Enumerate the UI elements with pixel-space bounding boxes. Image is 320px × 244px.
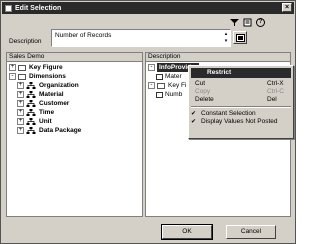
menu-item-constant-selection[interactable]: ✔ Constant Selection [189,110,293,118]
menu-item-label: Copy [195,88,211,95]
tree-item-label: Numb [165,91,183,98]
expand-icon[interactable]: + [9,64,16,71]
menu-item-restrict[interactable]: Restrict [191,68,291,78]
folder-icon [18,73,26,80]
tree-item-organization[interactable]: + Organization [9,81,140,90]
expand-icon[interactable]: + [17,109,24,116]
tree-item-label: Time [39,109,55,116]
sales-demo-header: Sales Demo [7,53,142,62]
menu-item-label: Cut [195,80,206,87]
description-scroll-arrows[interactable]: ▴ ▾ [223,31,229,45]
menu-item-shortcut: Ctrl-X [267,80,284,87]
checkmark-icon: ✔ [191,119,197,125]
cancel-button[interactable]: Cancel [226,225,276,239]
tree-item-dimensions[interactable]: - Dimensions [9,72,140,81]
tree-item-label: Data Package [39,127,82,134]
tree-item-customer[interactable]: + Customer [9,99,140,108]
hierarchy-icon [26,109,36,116]
context-menu: Restrict Cut Ctrl-X Copy Ctrl-C Delete D… [188,65,294,139]
menu-item-label: Constant Selection [201,110,256,117]
tree-item-time[interactable]: + Time [9,108,140,117]
hierarchy-icon [26,127,36,134]
menu-item-shortcut: Del [267,96,277,103]
tree-item-label: Material [39,91,64,98]
characteristic-icon [156,73,163,80]
properties-icon[interactable] [243,18,252,27]
expand-icon[interactable]: + [17,82,24,89]
menu-separator [191,106,291,108]
hierarchy-icon [26,100,36,107]
menu-item-label: Delete [195,96,214,103]
menu-item-delete[interactable]: Delete Del [189,96,293,104]
expand-icon[interactable]: + [17,127,24,134]
tree-item-unit[interactable]: + Unit [9,117,140,126]
folder-icon [18,64,26,71]
menu-item-label: Display Values Not Posted [201,118,278,125]
tree-item-label: Dimensions [29,73,66,80]
tree-item-label: Customer [39,100,70,107]
hierarchy-icon [26,82,36,89]
title-bar[interactable]: Edit Selection × [2,2,294,14]
collapse-icon[interactable]: - [148,82,155,89]
dialog-title: Edit Selection [15,4,62,12]
help-icon[interactable]: ? [256,18,265,27]
sales-demo-tree: + Key Figure - Dimensions + Organization… [7,62,142,136]
menu-item-cut[interactable]: Cut Ctrl-X [189,80,293,88]
dialog-icon [5,4,12,12]
tree-item-data-package[interactable]: + Data Package [9,126,140,135]
menu-item-display-values-not-posted[interactable]: ✔ Display Values Not Posted [189,118,293,126]
expand-icon[interactable]: + [17,118,24,125]
collapse-icon[interactable]: - [9,73,16,80]
hierarchy-icon [26,118,36,125]
collapse-icon[interactable]: - [148,64,155,71]
tree-item-key-figure[interactable]: + Key Figure [9,63,140,72]
expand-icon[interactable]: + [17,100,24,107]
close-button[interactable]: × [282,3,292,12]
filter-icon[interactable] [230,18,239,27]
description-label: Description [9,38,42,45]
ok-button[interactable]: OK [161,224,213,240]
tree-item-material[interactable]: + Material [9,90,140,99]
description-picker-button[interactable] [233,31,247,44]
tree-item-label: Unit [39,118,52,125]
edit-selection-dialog: Edit Selection × ? Description Number of… [0,0,296,244]
key-figure-icon [156,91,163,98]
tree-item-label: Key Fi [168,82,187,89]
tree-item-label: Organization [39,82,79,89]
toolbar: ? [230,18,265,27]
expand-icon[interactable]: + [17,91,24,98]
folder-icon [157,82,165,89]
menu-item-copy[interactable]: Copy Ctrl-C [189,88,293,96]
tree-item-label: Key Figure [29,64,63,71]
hierarchy-icon [26,91,36,98]
tree-item-label: Mater [165,73,182,80]
sales-demo-pane: Sales Demo + Key Figure - Dimensions + O… [6,52,143,217]
description-value: Number of Records [55,32,112,39]
checkmark-icon: ✔ [191,111,197,117]
menu-item-shortcut: Ctrl-C [267,88,284,95]
description-header: Description [146,53,290,62]
description-field[interactable]: Number of Records ▴ ▾ [51,29,231,47]
